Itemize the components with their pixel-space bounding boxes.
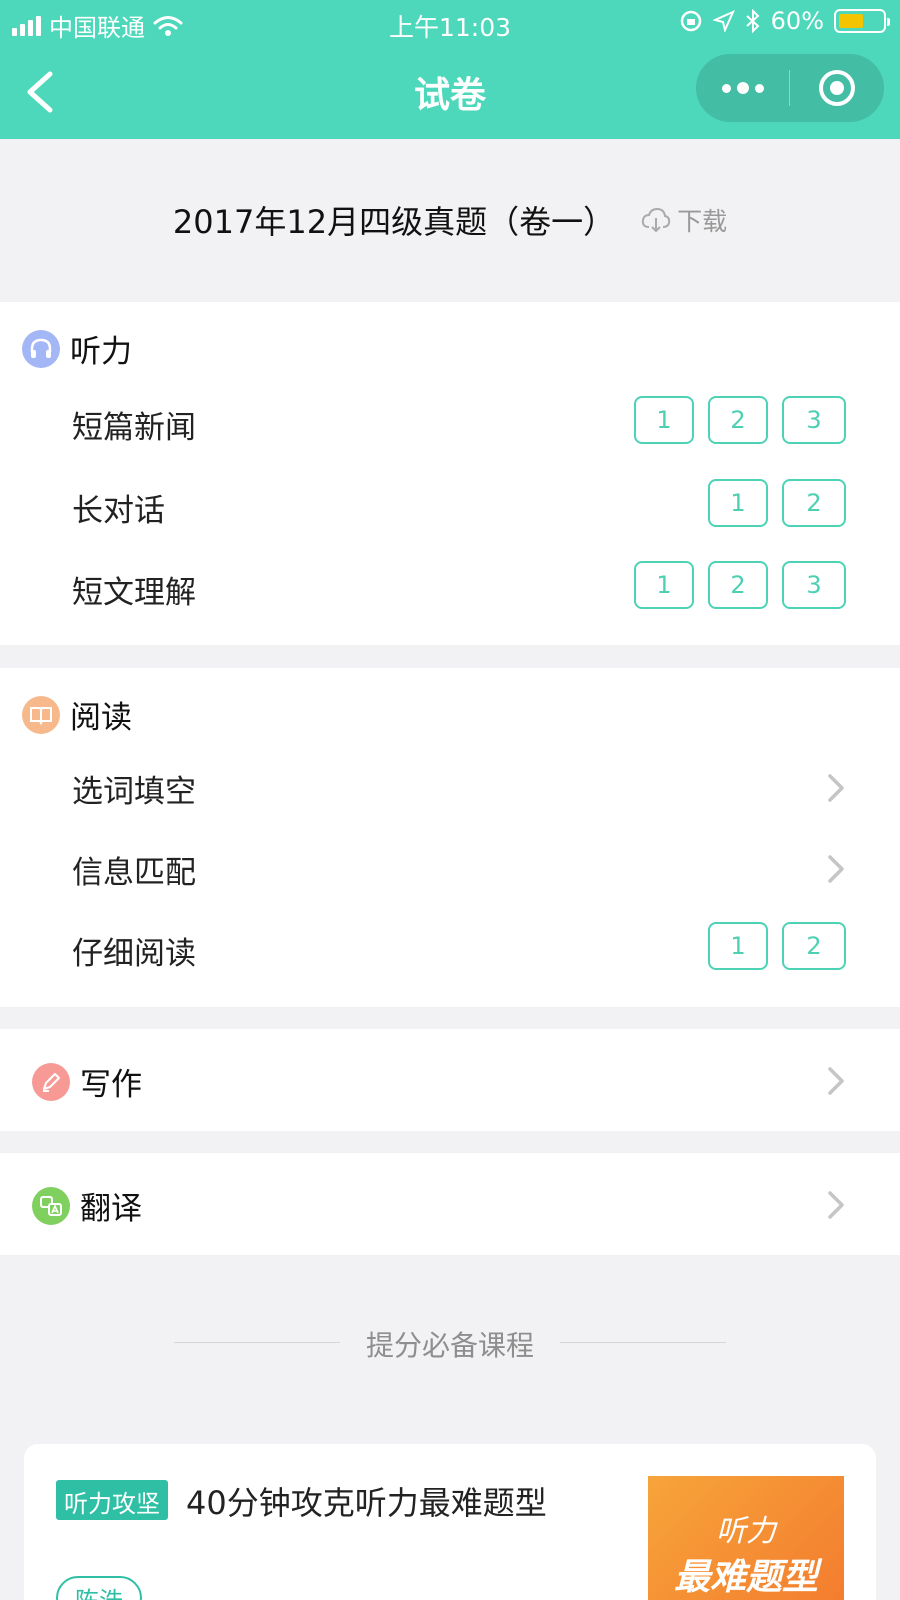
cloud-download-icon: [641, 207, 671, 233]
course-thumbnail: 听力 最难题型: [648, 1476, 844, 1600]
status-bar: 中国联通 上午11:03 60%: [0, 0, 900, 44]
mini-program-capsule: [696, 54, 884, 122]
list-item: 短篇新闻 1 2 3: [0, 394, 900, 454]
recommend-heading: 提分必备课程: [365, 1329, 534, 1362]
list-item: 短文理解 1 2 3: [0, 559, 900, 619]
section-label-reading: 阅读: [70, 700, 132, 736]
teacher-badge: 陈浩: [56, 1576, 142, 1600]
more-dots-icon[interactable]: [696, 54, 789, 122]
row-label: 短文理解: [72, 575, 196, 611]
part-buttons: 1 2: [708, 922, 846, 970]
list-item: 长对话 1 2: [0, 477, 900, 537]
thumb-line1: 听力: [716, 1514, 776, 1549]
translate-icon: [32, 1186, 70, 1225]
target-circle-icon[interactable]: [790, 54, 883, 122]
thumb-line2: 最难题型: [673, 1557, 818, 1598]
battery-icon: [834, 9, 890, 33]
part-buttons: 1 2: [708, 479, 846, 527]
chevron-right-icon: [828, 774, 844, 802]
part-button[interactable]: 1: [634, 561, 694, 609]
translation-section[interactable]: 翻译: [0, 1153, 900, 1255]
course-title: 40分钟攻克听力最难题型: [186, 1484, 547, 1522]
writing-header: 写作: [32, 1059, 142, 1104]
row-label: 信息匹配: [72, 855, 196, 891]
course-tag: 听力攻坚: [56, 1480, 168, 1520]
section-label-listening: 听力: [70, 334, 132, 370]
exam-header: 2017年12月四级真题（卷一） 下载: [0, 190, 900, 250]
chevron-right-icon: [828, 1191, 844, 1219]
book-icon: [22, 695, 60, 734]
pen-icon: [32, 1062, 70, 1101]
divider-line: [560, 1342, 726, 1343]
section-label-translation: 翻译: [80, 1191, 142, 1227]
exam-title: 2017年12月四级真题（卷一）: [172, 203, 616, 241]
part-button[interactable]: 3: [782, 396, 846, 444]
part-button[interactable]: 2: [708, 396, 768, 444]
row-label: 长对话: [72, 493, 165, 529]
chevron-right-icon: [828, 1067, 844, 1095]
bluetooth-icon: [745, 9, 760, 33]
reading-header: 阅读: [22, 692, 132, 737]
section-label-writing: 写作: [80, 1067, 142, 1103]
course-card[interactable]: 听力攻坚 40分钟攻克听力最难题型 陈浩 听力 最难题型: [24, 1444, 876, 1600]
part-button[interactable]: 1: [708, 922, 768, 970]
listening-header: 听力: [22, 326, 132, 371]
translation-header: 翻译: [32, 1183, 142, 1228]
rotation-lock-icon: [680, 10, 701, 32]
listening-section: 听力 短篇新闻 1 2 3 长对话 1 2 短文理解 1 2 3: [0, 302, 900, 645]
part-button[interactable]: 2: [782, 479, 846, 527]
part-button[interactable]: 1: [708, 479, 768, 527]
reading-section: 阅读 选词填空 信息匹配 仔细阅读 1 2: [0, 668, 900, 1007]
nav-bar: 试卷: [0, 44, 900, 139]
writing-section[interactable]: 写作: [0, 1029, 900, 1131]
download-button[interactable]: 下载: [641, 202, 727, 238]
download-label: 下载: [677, 207, 728, 236]
part-buttons: 1 2 3: [634, 561, 846, 609]
top-bar: 中国联通 上午11:03 60% 试卷: [0, 0, 900, 139]
list-item: 仔细阅读 1 2: [0, 920, 900, 980]
status-right: 60%: [679, 7, 890, 35]
row-label: 短篇新闻: [72, 410, 196, 446]
part-button[interactable]: 1: [634, 396, 694, 444]
row-label: 选词填空: [72, 774, 196, 810]
list-item[interactable]: 选词填空: [0, 758, 900, 818]
row-label: 仔细阅读: [72, 936, 196, 972]
battery-percent: 60%: [770, 7, 824, 35]
part-button[interactable]: 3: [782, 561, 846, 609]
chevron-right-icon: [828, 855, 844, 883]
recommend-divider: 提分必备课程: [0, 1322, 900, 1362]
part-button[interactable]: 2: [782, 922, 846, 970]
location-icon: [712, 10, 735, 32]
headphones-icon: [22, 329, 60, 368]
part-button[interactable]: 2: [708, 561, 768, 609]
part-buttons: 1 2 3: [634, 396, 846, 444]
list-item[interactable]: 信息匹配: [0, 839, 900, 899]
